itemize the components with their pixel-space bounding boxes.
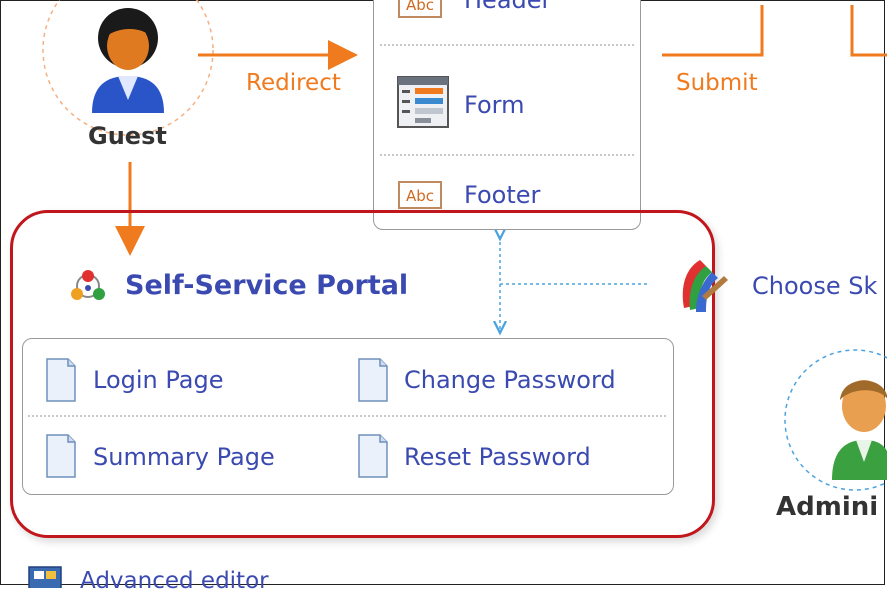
- page-icon: [46, 434, 76, 478]
- page-icon: [358, 358, 388, 402]
- portal-icon: [71, 270, 105, 300]
- paint-brush-icon: [682, 260, 728, 312]
- advanced-editor-link[interactable]: Advanced editor: [80, 568, 269, 594]
- svg-text:Abc: Abc: [406, 0, 434, 14]
- editor-icon: [28, 566, 62, 588]
- layout-separator: [380, 44, 634, 46]
- svg-text:Abc: Abc: [406, 187, 434, 205]
- guest-label: Guest: [88, 122, 167, 150]
- layout-item-form[interactable]: Form: [464, 91, 524, 119]
- submit-line-2: [850, 5, 887, 57]
- page-icon: [46, 358, 76, 402]
- submit-line-1: [662, 5, 764, 57]
- abc-text-icon: Abc: [398, 181, 442, 209]
- page-link-reset-password[interactable]: Reset Password: [404, 443, 591, 471]
- submit-label: Submit: [676, 70, 758, 96]
- abc-text-icon: Abc: [398, 0, 442, 18]
- admin-user-icon: [832, 380, 887, 480]
- redirect-label: Redirect: [246, 70, 341, 96]
- layout-item-footer[interactable]: Footer: [464, 181, 540, 209]
- portal-title[interactable]: Self-Service Portal: [125, 270, 408, 301]
- page-link-summary[interactable]: Summary Page: [93, 443, 275, 471]
- form-icon: [397, 76, 449, 128]
- choose-skin-link[interactable]: Choose Sk: [752, 272, 877, 300]
- admin-label: Admini: [776, 492, 879, 522]
- page-link-login[interactable]: Login Page: [93, 366, 223, 394]
- layout-item-header[interactable]: Header: [464, 0, 551, 14]
- page-icon: [358, 434, 388, 478]
- pages-separator: [28, 415, 666, 417]
- page-link-change-password[interactable]: Change Password: [404, 366, 616, 394]
- guest-user-icon: [92, 8, 164, 113]
- layout-separator: [380, 154, 634, 156]
